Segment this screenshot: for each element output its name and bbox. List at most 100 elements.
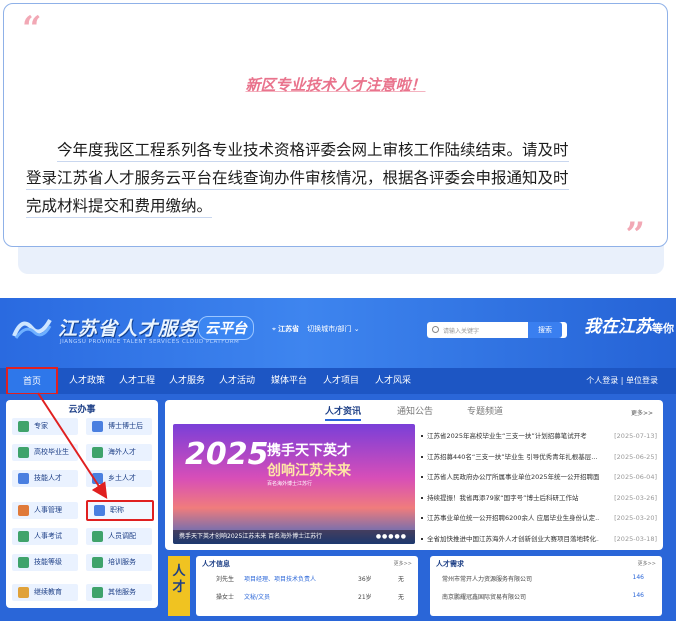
title-evaluation-icon <box>94 505 105 516</box>
nav-item-service[interactable]: 人才服务 <box>162 368 212 394</box>
nav-item-media[interactable]: 媒体平台 <box>264 368 314 394</box>
talent-demand-title: 人才需求 <box>436 560 464 568</box>
service-label: 高校毕业生 <box>34 448 69 456</box>
talent-info-more[interactable]: 更多>> <box>394 560 412 567</box>
nav-item-home[interactable]: 首页 <box>6 367 58 395</box>
carousel-dots[interactable]: ●●●●● <box>376 533 407 540</box>
company-name: 南京鹏耀冠鑫国际贸易有限公司 <box>442 594 527 601</box>
banner-year: 2025 <box>185 437 269 472</box>
notice-body: 今年度我区工程系列各专业技术资格评委会网上审核工作陆续结束。请及时 登录江苏省人… <box>26 136 646 220</box>
current-city: 江苏省 <box>278 325 300 333</box>
site-header: 江苏省人才服务 JIANGSU PROVINCE TALENT SERVICES… <box>0 298 676 368</box>
location-switcher[interactable]: ⌖ 江苏省 切换城市/部门 ⌄ <box>272 324 360 334</box>
doctor-icon <box>92 421 103 432</box>
news-panel: 人才资讯 通知公告 专题频道 更多>> 2025 携手天下英才 创响江苏未来 百… <box>165 400 663 550</box>
news-item[interactable]: 持续提振！我省再添79家“国字号”博士后科研工作站 [2025-03-26] <box>421 488 657 509</box>
banner-title-1: 携手天下英才 <box>267 443 351 459</box>
nav-item-activity[interactable]: 人才活动 <box>212 368 262 394</box>
news-item[interactable]: 江苏省2025年高校毕业生“三支一扶”计划招募笔试开考 [2025-07-13] <box>421 426 657 447</box>
news-title: 全省加快推进中国江苏海外人才创新创业大赛项目落地转化... <box>427 534 599 543</box>
tab-notices[interactable]: 通知公告 <box>397 404 433 417</box>
notice-line-1: 今年度我区工程系列各专业技术资格评委会网上审核工作陆续结束。请及时 <box>57 141 569 162</box>
main-nav: 首页 人才政策 人才工程 人才服务 人才活动 媒体平台 人才项目 人才风采 个人… <box>0 367 676 395</box>
search-button[interactable]: 搜索 <box>528 322 562 338</box>
service-rural[interactable]: 乡土人才 <box>86 470 152 487</box>
talent-extra: 无 <box>398 594 405 601</box>
news-date: [2025-03-20] <box>614 514 657 522</box>
news-item[interactable]: 江苏省人民政府办公厅所属事业单位2025年统一公开招聘面... [2025-06-… <box>421 467 657 488</box>
transfer-icon <box>92 531 103 542</box>
demand-row[interactable]: 南京鹏耀冠鑫国际贸易有限公司 146 <box>430 592 662 604</box>
news-item[interactable]: 江苏招募440名“三支一扶”毕业生 引导优秀青年扎根基层... [2025-06-… <box>421 447 657 468</box>
demand-count: 146 <box>632 574 644 581</box>
service-label: 人事管理 <box>34 506 62 514</box>
search-placeholder: 请输入关键字 <box>443 328 480 335</box>
service-training[interactable]: 培训服务 <box>86 554 152 571</box>
news-date: [2025-07-13] <box>614 432 657 440</box>
news-more-link[interactable]: 更多>> <box>631 408 653 417</box>
service-skilled[interactable]: 技能人才 <box>12 470 78 487</box>
news-banner[interactable]: 2025 携手天下英才 创响江苏未来 百名海外博士江苏行 携手天下英才创响202… <box>173 424 415 544</box>
news-title: 江苏事业单位统一公开招聘6200余人 应届毕业生身份认定... <box>427 514 599 522</box>
demand-row[interactable]: 常州市常开人力资源服务有限公司 146 <box>430 574 662 586</box>
talent-position: 项目经理、项目技术负责人 <box>244 576 317 583</box>
slogan-part-b: 江苏 <box>618 317 652 337</box>
service-other[interactable]: 其他服务 <box>86 584 152 601</box>
continuing-edu-icon <box>18 587 29 598</box>
search-icon <box>432 326 439 333</box>
service-label: 博士博士后 <box>108 422 143 430</box>
rural-icon <box>92 473 103 484</box>
training-icon <box>92 557 103 568</box>
close-quote-icon: ” <box>625 215 645 255</box>
news-title: 江苏省2025年高校毕业生“三支一扶”计划招募笔试开考 <box>427 432 587 440</box>
news-date: [2025-06-25] <box>614 452 657 461</box>
talent-row[interactable]: 刘先生 项目经理、项目技术负责人 36岁 无 <box>196 574 418 586</box>
service-overseas[interactable]: 海外人才 <box>86 444 152 461</box>
news-title: 江苏省人民政府办公厅所属事业单位2025年统一公开招聘面... <box>427 473 599 481</box>
banner-subtitle: 百名海外博士江苏行 <box>267 481 313 487</box>
service-personnel[interactable]: 人事管理 <box>12 502 78 519</box>
switch-city-link[interactable]: 切换城市/部门 <box>307 325 351 333</box>
service-expert[interactable]: 专家 <box>12 418 78 435</box>
talent-extra: 无 <box>398 576 405 583</box>
nav-item-talent-style[interactable]: 人才风采 <box>368 368 418 394</box>
demand-count: 146 <box>632 592 644 599</box>
talent-row[interactable]: 操女士 文秘/文员 21岁 无 <box>196 592 418 604</box>
notice-title: 新区专业技术人才注意啦！ <box>245 76 426 94</box>
news-item[interactable]: 全省加快推进中国江苏海外人才创新创业大赛项目落地转化... [2025-03-18… <box>421 529 657 550</box>
tab-topics[interactable]: 专题频道 <box>467 404 503 417</box>
nav-item-project[interactable]: 人才工程 <box>112 368 162 394</box>
nav-item-policy[interactable]: 人才政策 <box>62 368 112 394</box>
notice-card: “ 新区专业技术人才注意啦！ 今年度我区工程系列各专业技术资格评委会网上审核工作… <box>3 3 668 252</box>
service-panel-title: 云办事 <box>68 405 96 415</box>
service-doctor[interactable]: 博士博士后 <box>86 418 152 435</box>
service-transfer[interactable]: 人员调配 <box>86 528 152 545</box>
service-continuing-edu[interactable]: 继续教育 <box>12 584 78 601</box>
service-skill-level[interactable]: 技能等级 <box>12 554 78 571</box>
news-item[interactable]: 江苏事业单位统一公开招聘6200余人 应届毕业生身份认定... [2025-03-… <box>421 508 657 529</box>
login-links[interactable]: 个人登录 | 单位登录 <box>586 368 658 394</box>
service-label: 继续教育 <box>34 588 62 596</box>
talent-info-box: 人才信息 更多>> 刘先生 项目经理、项目技术负责人 36岁 无 操女士 文秘/… <box>196 556 418 616</box>
talent-side-label: 人才 <box>168 556 190 616</box>
site-logo-icon <box>12 318 52 339</box>
service-graduate[interactable]: 高校毕业生 <box>12 444 78 461</box>
service-exam[interactable]: 人事考试 <box>12 528 78 545</box>
news-title: 江苏招募440名“三支一扶”毕业生 引导优秀青年扎根基层... <box>427 452 598 461</box>
notice-line-2: 登录江苏省人才服务云平台在线查询办件审核情况，根据各评委会申报通知及时 <box>26 169 569 190</box>
talent-demand-more[interactable]: 更多>> <box>638 560 656 567</box>
talent-age: 36岁 <box>358 576 372 583</box>
slogan-part-a: 我在 <box>584 317 618 337</box>
skilled-icon <box>18 473 29 484</box>
service-label: 培训服务 <box>108 558 136 566</box>
skill-level-icon <box>18 557 29 568</box>
expert-icon <box>18 421 29 432</box>
service-label: 其他服务 <box>108 588 136 596</box>
service-label: 职称 <box>110 506 124 514</box>
talent-demand-box: 人才需求 更多>> 常州市常开人力资源服务有限公司 146 南京鹏耀冠鑫国际贸易… <box>430 556 662 616</box>
nav-item-talent-project[interactable]: 人才项目 <box>316 368 366 394</box>
tab-talent-news[interactable]: 人才资讯 <box>325 404 362 421</box>
service-label: 专家 <box>34 422 48 430</box>
news-date: [2025-03-18] <box>614 534 657 543</box>
service-title-evaluation[interactable]: 职称 <box>86 500 154 521</box>
